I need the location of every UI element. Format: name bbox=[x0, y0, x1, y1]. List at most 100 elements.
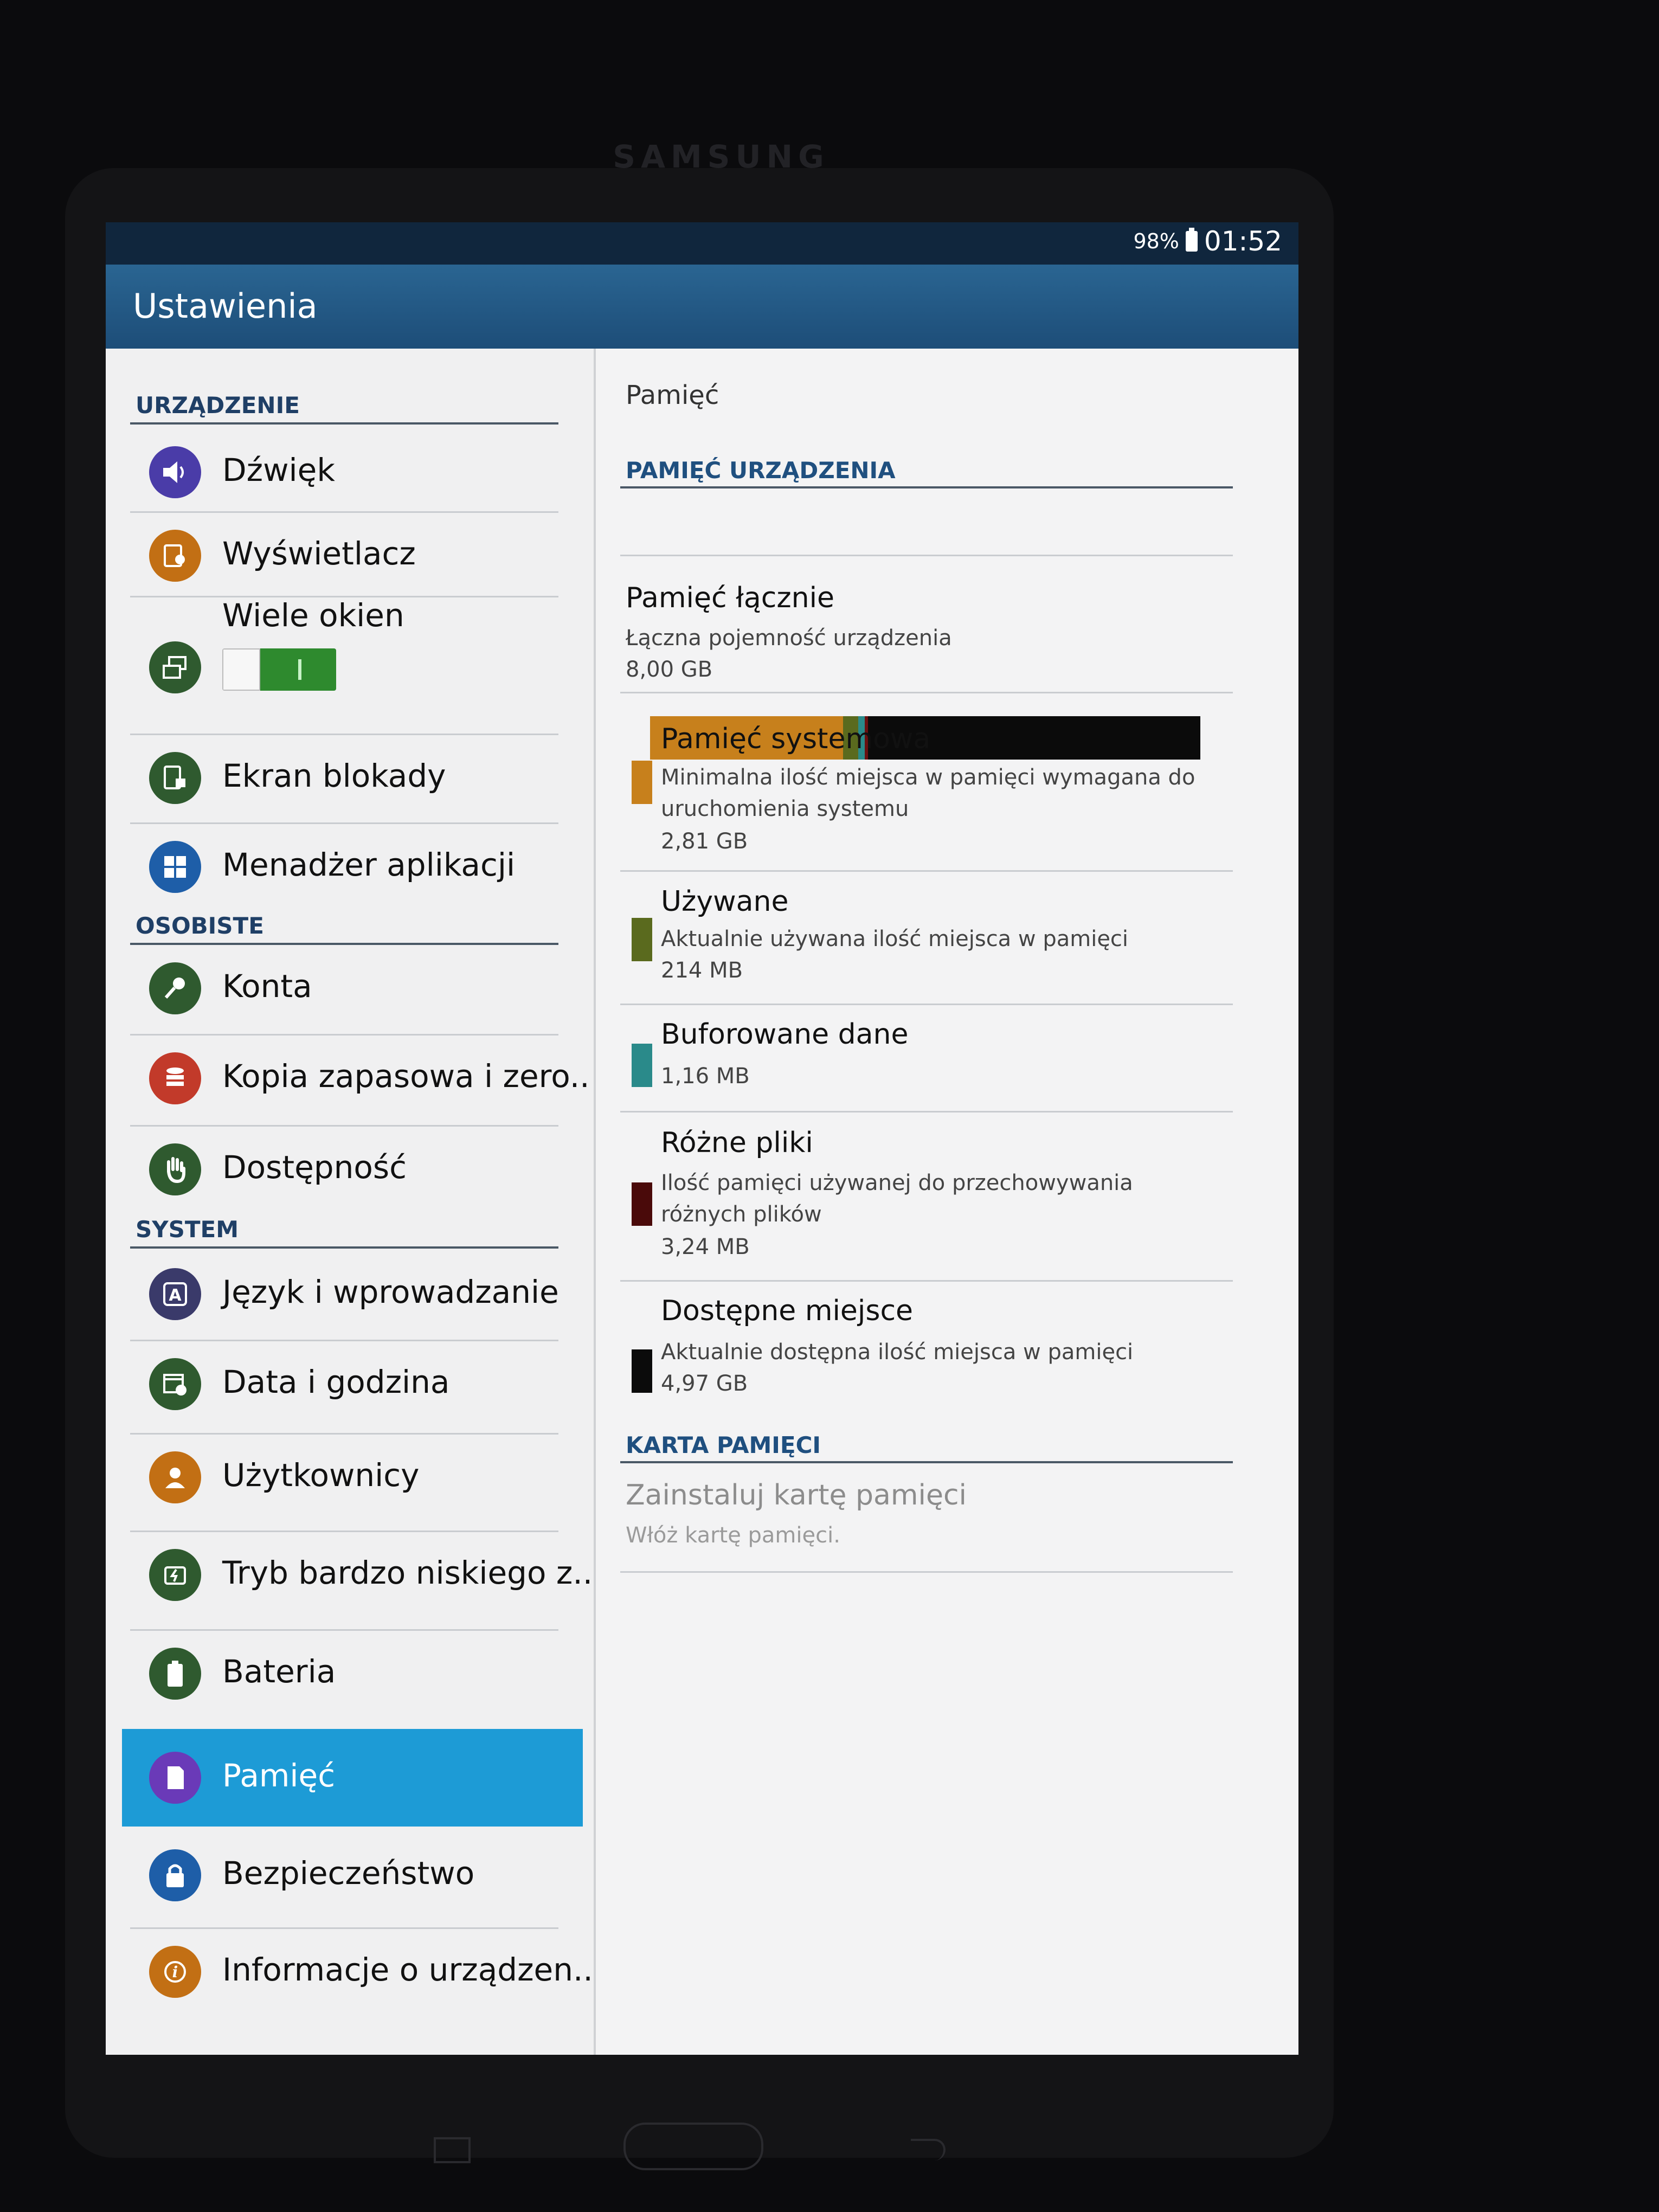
toggle-on-area bbox=[260, 648, 336, 691]
sidebar-item-label: Bezpieczeństwo bbox=[222, 1855, 475, 1892]
storage-total-subtitle: Łączna pojemność urządzenia bbox=[626, 626, 952, 651]
item-divider bbox=[620, 1280, 1233, 1282]
sidebar-item-storage[interactable]: Pamięć bbox=[122, 1729, 583, 1827]
sidebar-item-label: Menadżer aplikacji bbox=[222, 846, 516, 883]
storage-entry-value: 1,16 MB bbox=[661, 1064, 750, 1089]
item-divider bbox=[620, 1004, 1233, 1005]
sidebar-item-label: Dźwięk bbox=[222, 452, 335, 488]
sidebar-item-label: Konta bbox=[222, 968, 312, 1005]
app-grid-icon bbox=[149, 841, 201, 893]
sidebar-item-battery[interactable]: Bateria bbox=[106, 1630, 594, 1717]
screen: 98% 01:52 Ustawienia URZĄDZENIE Dźwięk W… bbox=[106, 222, 1298, 2055]
storage-entry-title: Pamięć systemowa bbox=[661, 723, 931, 755]
sidebar-item-about-device[interactable]: i Informacje o urządzen.. bbox=[106, 1928, 594, 2015]
display-icon bbox=[149, 530, 201, 582]
speaker-icon bbox=[149, 446, 201, 498]
legend-swatch bbox=[632, 761, 652, 804]
sidebar-item-language[interactable]: A Język i wprowadzanie bbox=[106, 1251, 594, 1338]
section-divider bbox=[620, 1461, 1233, 1463]
sidebar-item-label: Tryb bardzo niskiego z.. bbox=[222, 1554, 593, 1591]
sidebar-item-label: Informacje o urządzen.. bbox=[222, 1951, 593, 1988]
back-key[interactable] bbox=[911, 2139, 946, 2160]
section-divider bbox=[130, 1246, 558, 1249]
svg-text:A: A bbox=[169, 1286, 182, 1305]
storage-entry-subtitle: Aktualnie używana ilość miejsca w pamięc… bbox=[661, 927, 1129, 951]
user-icon bbox=[149, 1451, 201, 1503]
section-divider bbox=[130, 422, 558, 425]
action-bar: Ustawienia bbox=[106, 265, 1298, 349]
home-key[interactable] bbox=[623, 2123, 763, 2170]
item-divider bbox=[620, 555, 1233, 556]
storage-entry-title: Używane bbox=[661, 885, 789, 918]
sidebar-item-users[interactable]: Użytkownicy bbox=[106, 1434, 594, 1521]
status-bar: 98% 01:52 bbox=[106, 222, 1298, 265]
sidebar-item-display[interactable]: Wyświetlacz bbox=[106, 512, 594, 599]
install-card-subtitle: Włóż kartę pamięci. bbox=[626, 1523, 840, 1548]
sidebar-item-sound[interactable]: Dźwięk bbox=[106, 429, 594, 516]
item-divider bbox=[620, 692, 1233, 693]
section-header-device-storage: PAMIĘĆ URZĄDZENIA bbox=[626, 457, 896, 484]
sidebar-item-label: Wiele okien bbox=[222, 597, 404, 634]
storage-detail-pane: Pamięć PAMIĘĆ URZĄDZENIA Pamięć łącznie … bbox=[596, 349, 1298, 2055]
storage-entry-value: 2,81 GB bbox=[661, 829, 748, 854]
sidebar-item-app-manager[interactable]: Menadżer aplikacji bbox=[106, 824, 594, 910]
storage-entry-subtitle: Minimalna ilość miejsca w pamięci wymaga… bbox=[661, 765, 1195, 821]
sidebar-item-accounts[interactable]: Konta bbox=[106, 945, 594, 1032]
sidebar-item-accessibility[interactable]: Dostępność bbox=[106, 1126, 594, 1213]
section-header-memory-card: KARTA PAMIĘCI bbox=[626, 1432, 821, 1458]
backup-icon bbox=[149, 1052, 201, 1104]
multi-window-icon bbox=[149, 641, 201, 693]
battery-icon bbox=[149, 1648, 201, 1700]
battery-percentage: 98% bbox=[1133, 229, 1179, 253]
sidebar-item-label: Pamięć bbox=[222, 1757, 336, 1794]
section-header-device: URZĄDZENIE bbox=[136, 392, 300, 419]
legend-swatch bbox=[632, 1044, 652, 1087]
sidebar-item-label: Data i godzina bbox=[222, 1364, 450, 1400]
sidebar-item-label: Bateria bbox=[222, 1653, 336, 1690]
storage-entry-subtitle: Aktualnie dostępna ilość miejsca w pamię… bbox=[661, 1340, 1134, 1365]
recent-apps-key[interactable] bbox=[434, 2137, 471, 2163]
key-icon bbox=[149, 962, 201, 1014]
sidebar-item-security[interactable]: Bezpieczeństwo bbox=[106, 1832, 594, 1919]
clock: 01:52 bbox=[1204, 226, 1282, 257]
storage-entry-title: Różne pliki bbox=[661, 1127, 813, 1159]
storage-entry-title: Dostępne miejsce bbox=[661, 1295, 914, 1327]
legend-swatch bbox=[632, 1349, 652, 1393]
sidebar-item-label: Ekran blokady bbox=[222, 757, 446, 794]
legend-swatch bbox=[632, 918, 652, 961]
section-divider bbox=[620, 486, 1233, 488]
multi-window-toggle[interactable] bbox=[222, 648, 336, 691]
app-title: Ustawienia bbox=[133, 286, 318, 326]
page-title: Pamięć bbox=[626, 380, 719, 410]
sidebar-item-label: Język i wprowadzanie bbox=[222, 1274, 559, 1310]
sidebar-item-multi-window[interactable]: Wiele okien bbox=[106, 597, 594, 732]
legend-swatch bbox=[632, 1182, 652, 1226]
sidebar-item-label: Dostępność bbox=[222, 1149, 407, 1186]
calendar-icon bbox=[149, 1358, 201, 1410]
padlock-icon bbox=[149, 1849, 201, 1901]
storage-entry-title: Buforowane dane bbox=[661, 1018, 909, 1051]
battery-icon bbox=[1185, 228, 1198, 252]
lock-screen-icon bbox=[149, 752, 201, 804]
sidebar-item-label: Wyświetlacz bbox=[222, 535, 416, 572]
item-divider bbox=[620, 1111, 1233, 1113]
sidebar-item-date-time[interactable]: Data i godzina bbox=[106, 1341, 594, 1427]
sidebar-item-backup[interactable]: Kopia zapasowa i zero.. bbox=[106, 1035, 594, 1122]
section-header-personal: OSOBISTE bbox=[136, 912, 264, 939]
storage-entry-subtitle: Ilość pamięci używanej do przechowywania… bbox=[661, 1171, 1133, 1227]
storage-total-title: Pamięć łącznie bbox=[626, 582, 835, 614]
item-divider bbox=[620, 1571, 1233, 1573]
sidebar-item-label: Kopia zapasowa i zero.. bbox=[222, 1058, 590, 1095]
sidebar-item-lock-screen[interactable]: Ekran blokady bbox=[106, 735, 594, 821]
section-header-system: SYSTEM bbox=[136, 1216, 239, 1243]
storage-entry-value: 214 MB bbox=[661, 958, 743, 983]
language-icon: A bbox=[149, 1268, 201, 1320]
storage-entry-value: 3,24 MB bbox=[661, 1234, 750, 1259]
storage-icon bbox=[149, 1752, 201, 1804]
item-divider bbox=[620, 870, 1233, 872]
power-saving-icon bbox=[149, 1549, 201, 1601]
hardware-keys bbox=[0, 2087, 1659, 2170]
sidebar-item-ultra-power-saving[interactable]: Tryb bardzo niskiego z.. bbox=[106, 1532, 594, 1618]
svg-text:i: i bbox=[172, 1963, 178, 1981]
sidebar-item-label: Użytkownicy bbox=[222, 1457, 420, 1494]
